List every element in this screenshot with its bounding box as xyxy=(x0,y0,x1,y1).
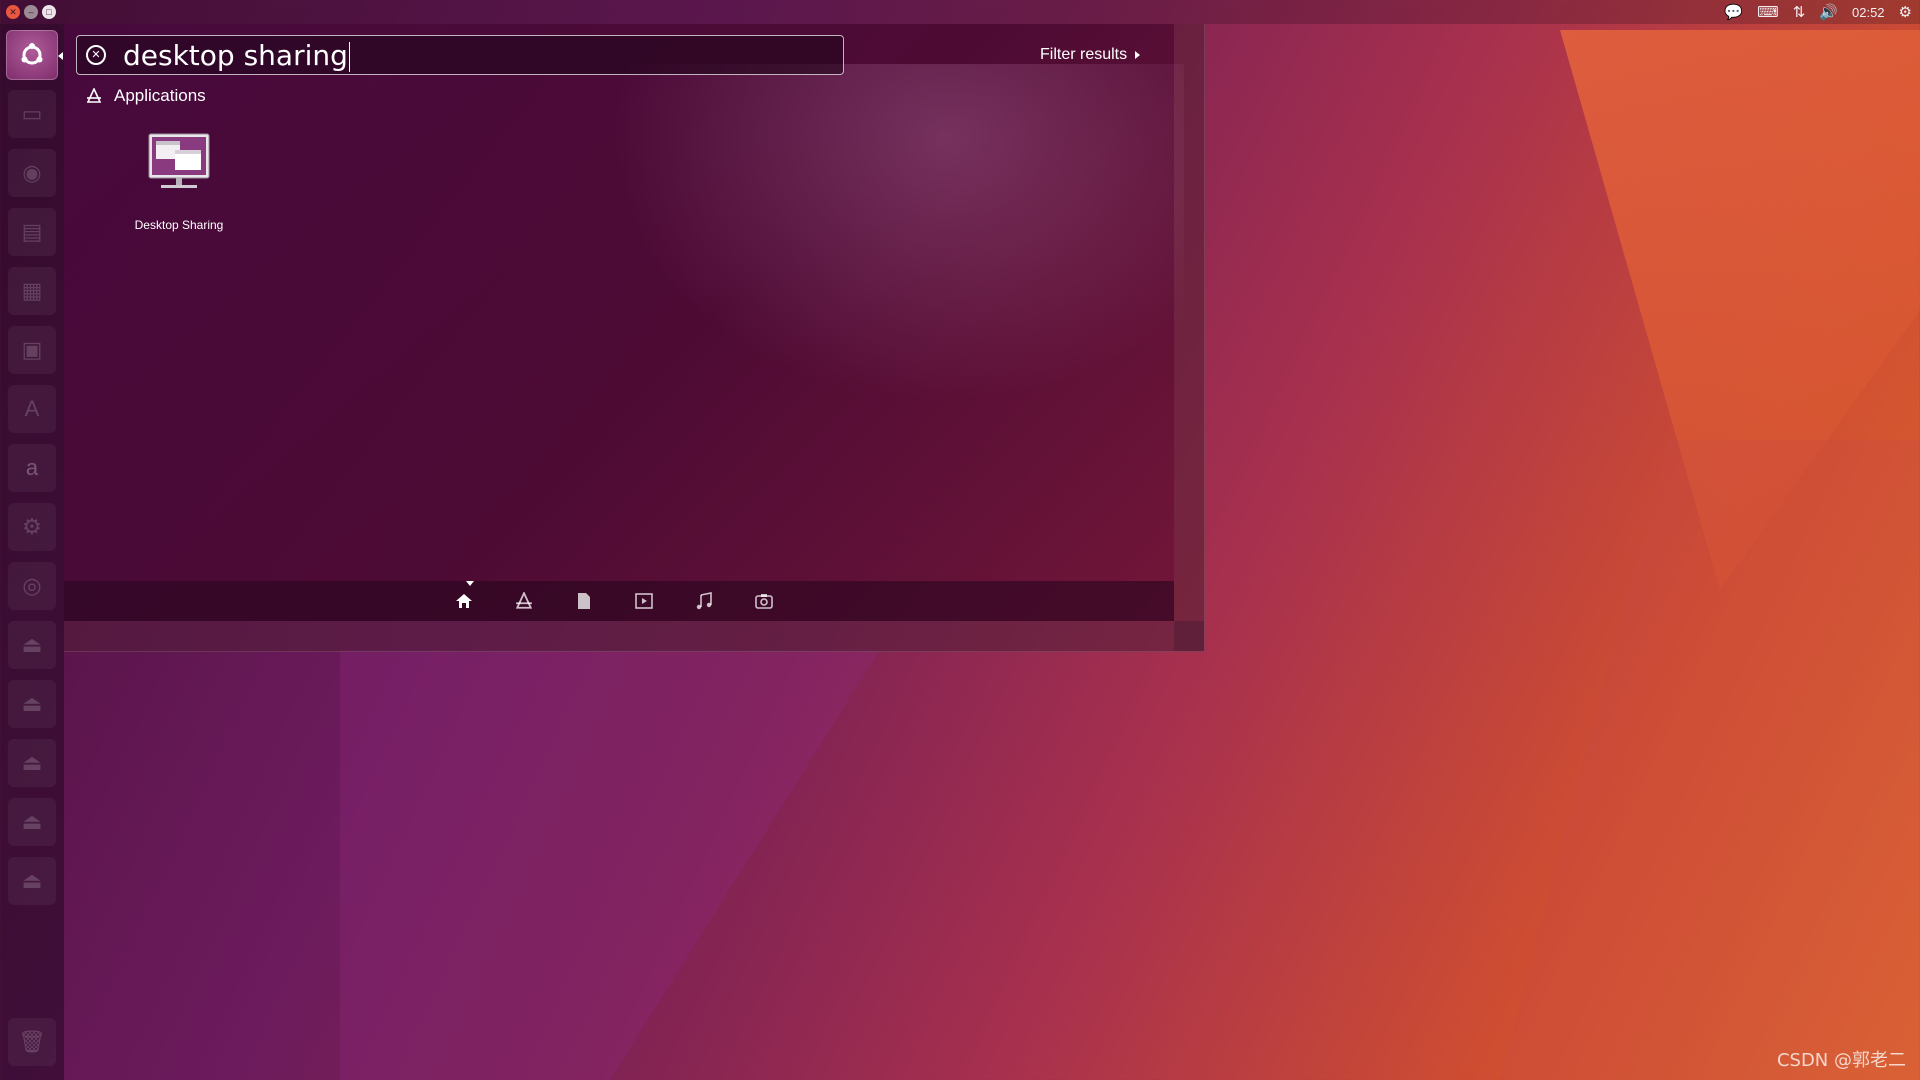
launcher-item-drive[interactable]: ⏏ xyxy=(8,680,56,728)
search-input[interactable]: ✕ desktop sharing xyxy=(76,35,844,75)
launcher-item-impress[interactable]: ▣ xyxy=(8,326,56,374)
filter-results-label: Filter results xyxy=(1040,46,1128,63)
home-icon[interactable] xyxy=(454,591,474,611)
search-value: desktop sharing xyxy=(123,38,348,72)
applications-icon[interactable] xyxy=(514,591,534,611)
dash-glow xyxy=(584,64,1184,424)
music-icon[interactable] xyxy=(694,591,714,611)
top-panel: ✕ – □ 💬 ⌨ ⇅ 🔊 02:52 ⚙ xyxy=(0,0,1920,24)
desktop-sharing-icon xyxy=(148,133,210,188)
impress-icon: ▣ xyxy=(21,337,43,362)
dash-overlay: ✕ desktop sharing Filter results Applica… xyxy=(64,24,1184,621)
watermark: CSDN @郭老二 xyxy=(1776,1050,1906,1071)
launcher-item-software-center[interactable]: A xyxy=(8,385,56,433)
files-icon: ▭ xyxy=(21,101,43,126)
launcher-item-drive[interactable]: ⏏ xyxy=(8,857,56,905)
files-icon[interactable] xyxy=(574,591,594,611)
chevron-right-icon xyxy=(1135,51,1141,59)
dash-home-button[interactable] xyxy=(6,30,58,80)
video-icon[interactable] xyxy=(634,591,654,611)
firefox-icon: ◉ xyxy=(22,160,42,185)
launcher-item-dvd[interactable]: ◎ xyxy=(8,562,56,610)
dash-frame xyxy=(1174,24,1205,651)
dvd-icon: ◎ xyxy=(22,573,42,598)
launcher-item-settings[interactable]: ⚙ xyxy=(8,503,56,551)
ubuntu-logo-icon xyxy=(21,43,43,65)
active-lens-indicator xyxy=(466,581,474,586)
drive-icon: ⏏ xyxy=(21,632,43,657)
keyboard-icon[interactable]: ⌨ xyxy=(1757,3,1779,21)
launcher-item-trash[interactable]: 🗑 xyxy=(8,1018,56,1066)
maximize-icon[interactable]: □ xyxy=(42,5,56,19)
close-icon[interactable]: ✕ xyxy=(6,5,20,19)
gear-icon[interactable]: ⚙ xyxy=(1899,3,1912,21)
trash-icon: 🗑 xyxy=(18,1029,46,1054)
photos-icon[interactable] xyxy=(754,591,774,611)
clear-search-icon[interactable]: ✕ xyxy=(86,45,106,65)
drive-icon: ⏏ xyxy=(21,750,43,775)
result-desktop-sharing[interactable]: Desktop Sharing xyxy=(104,132,254,252)
dash-frame xyxy=(64,621,1204,652)
writer-icon: ▤ xyxy=(21,219,43,244)
text-caret xyxy=(348,41,350,72)
amazon-icon: a xyxy=(25,455,39,480)
settings-icon: ⚙ xyxy=(22,514,42,539)
minimize-icon[interactable]: – xyxy=(24,5,38,19)
launcher-item-files[interactable]: ▭ xyxy=(8,90,56,138)
lens-bar xyxy=(64,581,1174,621)
calc-icon: ▦ xyxy=(21,278,43,303)
applications-icon xyxy=(86,88,102,103)
launcher-item-firefox[interactable]: ◉ xyxy=(8,149,56,197)
drive-icon: ⏏ xyxy=(21,691,43,716)
lens-icons xyxy=(454,591,774,611)
network-icon[interactable]: ⇅ xyxy=(1793,3,1806,21)
filter-results-button[interactable]: Filter results xyxy=(1040,46,1141,64)
wallpaper-shape xyxy=(1500,440,1920,1080)
chat-icon[interactable]: 💬 xyxy=(1724,3,1743,21)
window-controls: ✕ – □ xyxy=(6,5,56,19)
launcher-item-drive[interactable]: ⏏ xyxy=(8,621,56,669)
system-tray: 💬 ⌨ ⇅ 🔊 02:52 ⚙ xyxy=(1724,0,1912,24)
wallpaper-shape xyxy=(340,650,880,1080)
software-center-icon: A xyxy=(24,396,40,421)
drive-icon: ⏏ xyxy=(21,809,43,834)
volume-icon[interactable]: 🔊 xyxy=(1819,3,1838,21)
category-label: Applications xyxy=(114,86,206,105)
launcher: ▭ ◉ ▤ ▦ ▣ A a ⚙ ◎ ⏏ ⏏ ⏏ ⏏ ⏏ 🗑 xyxy=(0,24,64,1080)
result-label: Desktop Sharing xyxy=(134,218,224,232)
launcher-item-calc[interactable]: ▦ xyxy=(8,267,56,315)
launcher-item-drive[interactable]: ⏏ xyxy=(8,798,56,846)
launcher-item-amazon[interactable]: a xyxy=(8,444,56,492)
clock[interactable]: 02:52 xyxy=(1852,5,1885,20)
drive-icon: ⏏ xyxy=(21,868,43,893)
category-applications: Applications xyxy=(86,86,206,106)
launcher-item-drive[interactable]: ⏏ xyxy=(8,739,56,787)
active-indicator xyxy=(58,52,63,60)
launcher-item-writer[interactable]: ▤ xyxy=(8,208,56,256)
